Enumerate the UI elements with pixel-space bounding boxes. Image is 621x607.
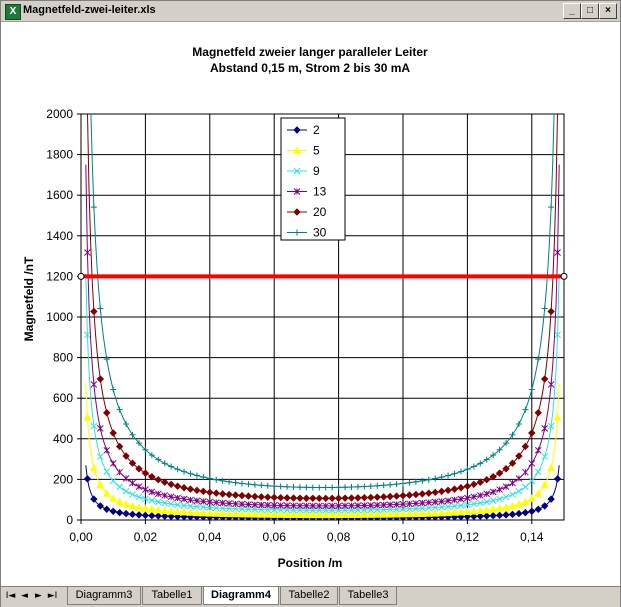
y-axis-label: Magnetfeld /nT [22, 256, 36, 341]
close-button[interactable]: × [599, 3, 617, 19]
y-tick-label: 800 [53, 351, 73, 365]
legend-entry: 30 [313, 226, 327, 240]
y-tick-label: 400 [53, 432, 73, 446]
maximize-button[interactable]: □ [581, 3, 599, 19]
magnetic-field-chart: Magnetfeld zweier langer paralleler Leit… [22, 45, 568, 570]
x-tick-label: 0,06 [263, 530, 287, 544]
x-tick-label: 0,14 [520, 530, 544, 544]
chart-subtitle: Abstand 0,15 m, Strom 2 bis 30 mA [210, 61, 410, 75]
tab-tabelle1[interactable]: Tabelle1 [142, 587, 202, 605]
minimize-button[interactable]: _ [563, 3, 581, 19]
y-tick-label: 2000 [46, 107, 73, 121]
threshold-handle-left [77, 272, 85, 280]
prev-sheet-button[interactable]: ◄ [19, 590, 30, 603]
tab-tabelle2[interactable]: Tabelle2 [280, 587, 338, 605]
legend-entry: 20 [313, 205, 327, 219]
y-tick-label: 0 [66, 513, 73, 527]
title-bar: X Magnetfeld-zwei-leiter.xls _ □ × [1, 1, 620, 22]
next-sheet-button[interactable]: ► [33, 590, 44, 603]
legend-entry: 13 [313, 185, 327, 199]
data-point [84, 106, 90, 112]
x-tick-label: 0,10 [391, 530, 415, 544]
x-axis-label: Position /m [278, 556, 343, 570]
y-tick-label: 1200 [46, 269, 73, 283]
excel-icon: X [5, 4, 21, 20]
y-tick-label: 1400 [46, 229, 73, 243]
legend-entry: 2 [313, 123, 320, 137]
x-tick-label: 0,08 [327, 530, 351, 544]
x-tick-label: 0,12 [456, 530, 480, 544]
chart-sheet: Magnetfeld zweier langer paralleler Leit… [1, 22, 620, 585]
x-tick-label: 0,02 [134, 530, 158, 544]
y-tick-label: 1800 [46, 148, 73, 162]
y-tick-label: 1000 [46, 310, 73, 324]
tab-tabelle3[interactable]: Tabelle3 [339, 587, 397, 605]
x-tick-label: 0,04 [198, 530, 222, 544]
excel-window: X Magnetfeld-zwei-leiter.xls _ □ × Magne… [0, 0, 621, 607]
y-tick-label: 200 [53, 472, 73, 486]
legend-entry: 9 [313, 164, 320, 178]
y-tick-label: 1600 [46, 188, 73, 202]
y-tick-label: 600 [53, 391, 73, 405]
data-point [555, 106, 561, 112]
legend-entry: 5 [313, 144, 320, 158]
tab-diagramm4[interactable]: Diagramm4 [203, 587, 279, 605]
tab-diagramm3[interactable]: Diagramm3 [67, 587, 141, 605]
chart-title: Magnetfeld zweier langer paralleler Leit… [192, 45, 428, 59]
last-sheet-button[interactable]: ►I [47, 590, 58, 603]
x-tick-label: 0,00 [69, 530, 93, 544]
window-title: Magnetfeld-zwei-leiter.xls [23, 4, 156, 16]
threshold-handle-right [560, 272, 568, 280]
sheet-tab-bar: I◄ ◄ ► ►I Diagramm3 Tabelle1 Diagramm4 T… [1, 586, 620, 607]
first-sheet-button[interactable]: I◄ [5, 590, 16, 603]
